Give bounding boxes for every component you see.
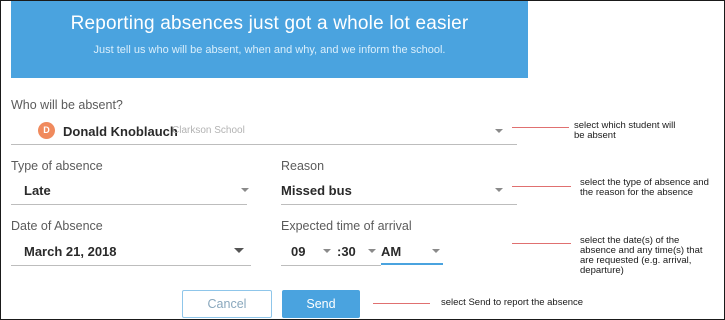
- arrival-time-label: Expected time of arrival: [281, 219, 412, 233]
- send-button[interactable]: Send: [282, 290, 360, 318]
- reason-underline: [281, 204, 517, 205]
- header-banner: Reporting absences just got a whole lot …: [11, 1, 528, 78]
- student-select-underline: [11, 144, 517, 145]
- annotation-line-send: [373, 303, 430, 304]
- cancel-button[interactable]: Cancel: [182, 290, 272, 318]
- date-of-absence-label: Date of Absence: [11, 219, 103, 233]
- absence-form-card: Reporting absences just got a whole lot …: [1, 1, 528, 319]
- banner-title: Reporting absences just got a whole lot …: [70, 13, 469, 34]
- chevron-down-icon: [495, 129, 503, 133]
- student-name: Donald Knoblauch: [63, 124, 178, 139]
- arrival-ampm-select[interactable]: AM: [381, 238, 443, 264]
- type-of-absence-select[interactable]: Late: [11, 177, 249, 205]
- type-of-absence-label: Type of absence: [11, 159, 103, 173]
- chevron-down-icon: [495, 188, 503, 192]
- annotation-line-date: [512, 243, 571, 244]
- type-of-absence-value: Late: [24, 183, 51, 198]
- reason-label: Reason: [281, 159, 325, 173]
- reason-select[interactable]: Missed bus: [281, 177, 517, 205]
- arrival-minute-value: :30: [337, 244, 356, 259]
- arrival-hour-value: 09: [291, 244, 306, 259]
- who-absent-label: Who will be absent?: [11, 98, 123, 112]
- ampm-focus-underline: [381, 263, 443, 265]
- annotation-date: select the date(s) of the absence and an…: [580, 235, 703, 276]
- type-of-absence-underline: [11, 204, 247, 205]
- arrival-time-underline: [281, 265, 381, 266]
- arrival-hour-select[interactable]: 09: [281, 238, 337, 264]
- chevron-down-icon: [368, 249, 376, 253]
- student-select[interactable]: D Donald Knoblauch Clarkson School: [11, 117, 517, 145]
- chevron-down-icon: [323, 249, 331, 253]
- chevron-down-icon: [241, 188, 249, 192]
- banner-subtitle: Just tell us who will be absent, when an…: [93, 44, 446, 56]
- student-avatar: D: [38, 122, 55, 139]
- annotation-student: select which student will be absent: [574, 120, 676, 141]
- annotation-line-student: [512, 127, 569, 128]
- date-of-absence-select[interactable]: March 21, 2018: [11, 238, 251, 266]
- chevron-down-icon: [234, 248, 244, 253]
- annotation-reason: select the type of absence and the reaso…: [580, 177, 709, 198]
- annotation-line-reason: [512, 186, 571, 187]
- date-of-absence-underline: [11, 265, 251, 266]
- reason-value: Missed bus: [281, 183, 352, 198]
- student-school: Clarkson School: [172, 125, 245, 136]
- arrival-minute-select[interactable]: :30: [337, 238, 381, 264]
- chevron-down-icon: [432, 249, 440, 253]
- arrival-ampm-value: AM: [381, 244, 402, 259]
- annotation-send: select Send to report the absence: [441, 297, 584, 308]
- date-of-absence-value: March 21, 2018: [24, 244, 117, 259]
